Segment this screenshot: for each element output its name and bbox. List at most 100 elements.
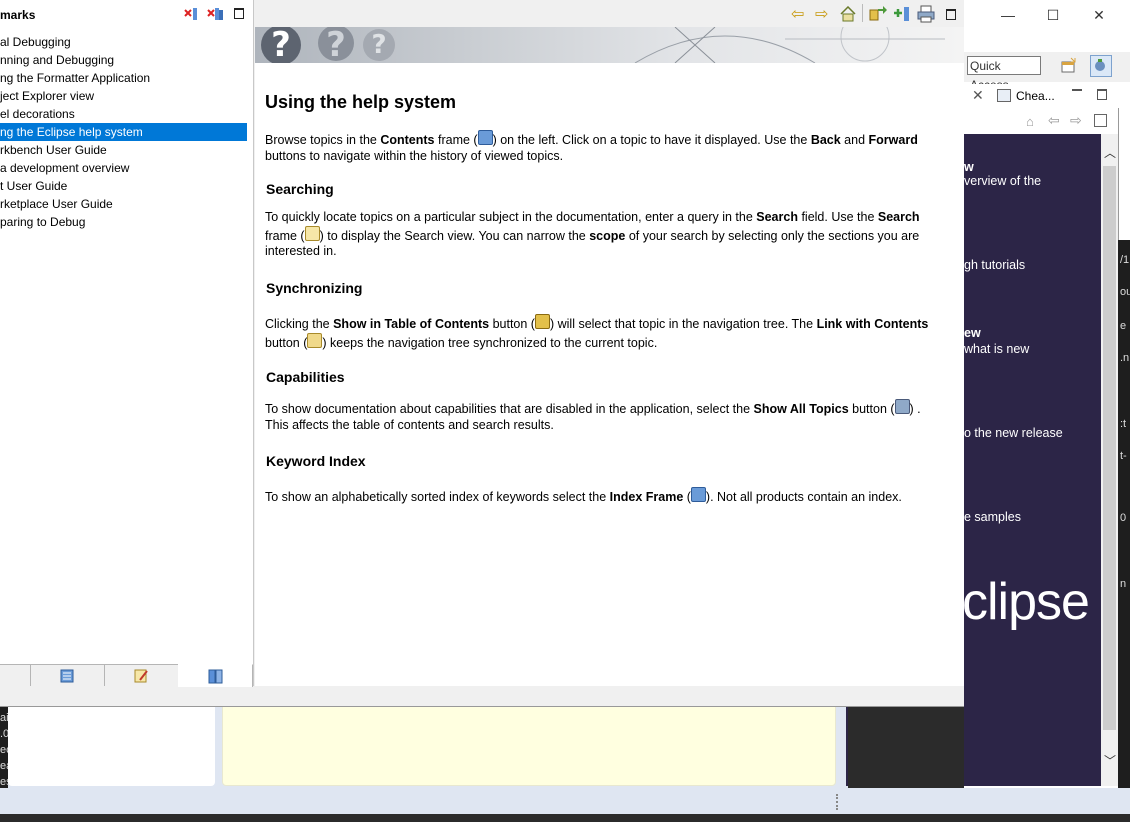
bookmark-document-icon[interactable] (893, 5, 911, 23)
console-text: ou (1120, 286, 1130, 298)
toc-item-selected[interactable]: ng the Eclipse help system (0, 123, 247, 141)
print-icon[interactable] (917, 5, 935, 23)
console-text: :t (1120, 418, 1127, 430)
welcome-item-overview-title[interactable]: w (964, 160, 974, 174)
open-perspective-icon[interactable] (1060, 57, 1080, 77)
cheatsheet-icon (997, 89, 1011, 102)
view-menu-icon[interactable] (1094, 114, 1107, 127)
toc-item[interactable]: rketplace User Guide (0, 195, 247, 213)
tab-index[interactable] (30, 665, 105, 686)
toolbar-separator (862, 4, 863, 22)
minimize-window-button[interactable]: — (997, 5, 1019, 25)
maximize-icon[interactable] (946, 9, 956, 20)
console-text: 0 (1120, 512, 1127, 524)
help-toolbar: ⇦ ⇨ (255, 0, 964, 27)
close-window-button[interactable]: ✕ (1088, 5, 1110, 25)
close-tab-icon[interactable]: ✕ (972, 87, 984, 104)
synchronizing-paragraph: Clicking the Show in Table of Contents b… (265, 314, 945, 351)
status-bar-grip[interactable] (836, 794, 841, 810)
home-icon[interactable] (840, 6, 856, 22)
help-view-tabs (0, 664, 253, 687)
console-text: n (1120, 578, 1127, 590)
search-icon (304, 225, 320, 241)
background-console-left: ai .0 ec ea es (0, 706, 12, 792)
eclipse-logo-text: clipse (964, 573, 1090, 631)
console-text: /1 (1120, 254, 1130, 266)
remove-bookmark-icon[interactable] (183, 6, 199, 25)
toc-tree: al Debugging nning and Debugging ng the … (0, 33, 247, 231)
welcome-item-whatsnew-desc: what is new (964, 342, 1030, 356)
back-icon[interactable]: ⇦ (791, 4, 804, 24)
scroll-down-icon[interactable]: ﹀ (1104, 752, 1116, 769)
welcome-item-samples-desc: e samples (964, 510, 1021, 524)
heading-searching: Searching (266, 181, 334, 197)
cheatsheet-tab[interactable]: Chea... (1016, 89, 1055, 103)
question-mark-icon: ? (261, 27, 301, 63)
toc-item[interactable]: t User Guide (0, 177, 247, 195)
link-with-contents-icon (307, 332, 323, 348)
maximize-view-icon[interactable] (1097, 89, 1107, 100)
toc-item[interactable]: nning and Debugging (0, 51, 247, 69)
help-content: Using the help system Browse topics in t… (255, 63, 964, 686)
index-tab-icon (60, 669, 74, 683)
question-mark-icon: ? (363, 29, 395, 61)
maximize-icon[interactable] (234, 8, 244, 19)
toc-item[interactable]: ject Explorer view (0, 87, 247, 105)
background-titlebar: — ☐ ✕ (964, 0, 1130, 30)
bookmarks-title: marks (0, 8, 36, 22)
toc-item[interactable]: paring to Debug (0, 213, 247, 231)
taskbar-edge (0, 814, 1130, 822)
minimize-view-icon[interactable] (1072, 89, 1082, 91)
toc-item[interactable]: el decorations (0, 105, 247, 123)
bookmarks-header: marks (0, 4, 253, 26)
keyword-index-paragraph: To show an alphabetically sorted index o… (265, 487, 945, 506)
status-bar (0, 788, 1130, 814)
show-all-topics-icon (894, 399, 910, 414)
quick-access-input[interactable]: Quick Access (967, 56, 1041, 92)
welcome-item-whatsnew-title[interactable]: ew (964, 326, 981, 340)
tab-contents[interactable] (178, 664, 253, 687)
heading-synchronizing: Synchronizing (266, 280, 363, 296)
tab-blank[interactable] (0, 665, 31, 686)
question-mark-icon: ? (318, 27, 354, 63)
contents-icon (477, 130, 493, 145)
show-in-toc-icon[interactable] (869, 5, 887, 23)
background-console-strip: /1 ou e .n :t t- 0 n (1118, 240, 1130, 800)
toc-item[interactable]: al Debugging (0, 33, 247, 51)
console-text: e (1120, 320, 1127, 332)
tab-search[interactable] (104, 665, 179, 686)
console-text: t- (1120, 450, 1127, 462)
toc-item[interactable]: a development overview (0, 159, 247, 177)
welcome-item-tutorials-desc: gh tutorials (964, 258, 1026, 272)
capabilities-paragraph: To show documentation about capabilities… (265, 399, 945, 433)
welcome-item-migrate-desc: o the new release (964, 426, 1063, 440)
home-icon[interactable]: ⌂ (1026, 114, 1034, 129)
toc-item[interactable]: rkbench User Guide (0, 141, 247, 159)
forward-icon[interactable]: ⇨ (1070, 112, 1082, 129)
toc-item[interactable]: ng the Formatter Application (0, 69, 247, 87)
forward-icon[interactable]: ⇨ (815, 4, 828, 24)
welcome-scroll-thumb[interactable] (1103, 166, 1116, 730)
welcome-view-toolbar: ⌂ ⇦ ⇨ (964, 108, 1118, 134)
welcome-panel-edge (846, 706, 848, 786)
heading-capabilities: Capabilities (266, 369, 345, 385)
console-text: .n (1120, 352, 1130, 364)
searching-paragraph: To quickly locate topics on a particular… (265, 210, 920, 258)
contents-tab-icon (208, 669, 223, 684)
help-navigation-panel: marks al Debugging nning and Debugging n… (0, 0, 254, 687)
index-frame-icon (690, 487, 706, 502)
back-icon[interactable]: ⇦ (1048, 112, 1060, 129)
heading-keyword-index: Keyword Index (266, 453, 366, 469)
show-in-toc-icon (534, 314, 550, 329)
scroll-up-icon[interactable]: ︿ (1104, 144, 1116, 161)
banner-decoration (634, 27, 945, 63)
background-white-panel (8, 706, 215, 786)
maximize-window-button[interactable]: ☐ (1042, 5, 1064, 25)
background-yellow-panel (222, 706, 836, 786)
welcome-panel: w verview of the gh tutorials ew what is… (964, 134, 1101, 786)
remove-all-bookmarks-icon[interactable] (206, 6, 224, 25)
intro-paragraph: Browse topics in the Contents frame () o… (265, 130, 945, 164)
debug-perspective-icon[interactable] (1090, 55, 1112, 77)
search-tab-icon (134, 669, 148, 683)
background-view-tabbar: ✕ Chea... (964, 84, 1118, 109)
